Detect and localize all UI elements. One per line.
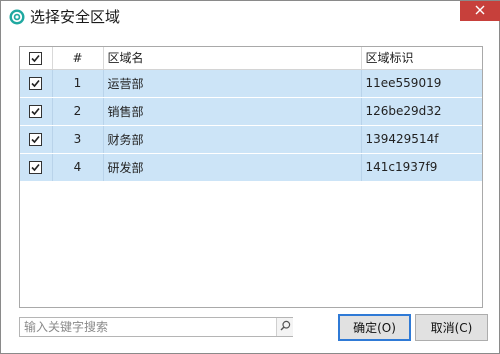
column-header-name[interactable]: 区域名 [103, 47, 362, 70]
search-icon [280, 320, 291, 334]
row-area-name: 研发部 [103, 153, 362, 182]
area-table: # 区域名 区域标识 1 运营部 11ee559019 2 销售部 126be2… [19, 46, 483, 308]
column-header-tag[interactable]: 区域标识 [361, 47, 482, 70]
column-header-index[interactable]: # [52, 47, 104, 70]
title-bar: 选择安全区域 [1, 1, 500, 32]
select-all-checkbox[interactable] [29, 51, 43, 65]
search-button[interactable] [276, 318, 293, 336]
dialog-window: 选择安全区域 # 区域名 区域标识 1 运营部 11ee559019 2 销售部… [0, 0, 500, 354]
window-title: 选择安全区域 [30, 8, 121, 26]
row-index: 3 [52, 125, 104, 154]
row-checkbox[interactable] [29, 133, 43, 146]
row-checkbox[interactable] [29, 161, 43, 174]
row-area-name: 财务部 [103, 125, 362, 154]
row-index: 4 [52, 153, 104, 182]
table-row[interactable]: 4 研发部 141c1937f9 [20, 153, 482, 182]
app-logo-icon [9, 9, 25, 25]
table-row[interactable]: 1 运营部 11ee559019 [20, 69, 482, 98]
cancel-button[interactable]: 取消(C) [415, 314, 488, 341]
row-area-name: 运营部 [103, 69, 362, 98]
close-button[interactable] [460, 1, 500, 21]
row-area-tag: 141c1937f9 [361, 153, 482, 182]
row-index: 2 [52, 97, 104, 126]
table-row[interactable]: 2 销售部 126be29d32 [20, 97, 482, 126]
row-area-tag: 139429514f [361, 125, 482, 154]
row-area-name: 销售部 [103, 97, 362, 126]
row-area-tag: 126be29d32 [361, 97, 482, 126]
table-header-row: # 区域名 区域标识 [20, 47, 482, 70]
table-row[interactable]: 3 财务部 139429514f [20, 125, 482, 154]
row-checkbox[interactable] [29, 105, 43, 118]
row-area-tag: 11ee559019 [361, 69, 482, 98]
search-box [19, 317, 293, 337]
ok-button[interactable]: 确定(O) [338, 314, 411, 341]
row-checkbox-cell[interactable] [20, 125, 53, 154]
row-checkbox-cell[interactable] [20, 97, 53, 126]
search-input[interactable] [20, 318, 274, 336]
close-icon [475, 4, 485, 18]
row-index: 1 [52, 69, 104, 98]
header-select-all[interactable] [20, 47, 53, 70]
row-checkbox-cell[interactable] [20, 153, 53, 182]
row-checkbox[interactable] [29, 77, 43, 90]
row-checkbox-cell[interactable] [20, 69, 53, 98]
